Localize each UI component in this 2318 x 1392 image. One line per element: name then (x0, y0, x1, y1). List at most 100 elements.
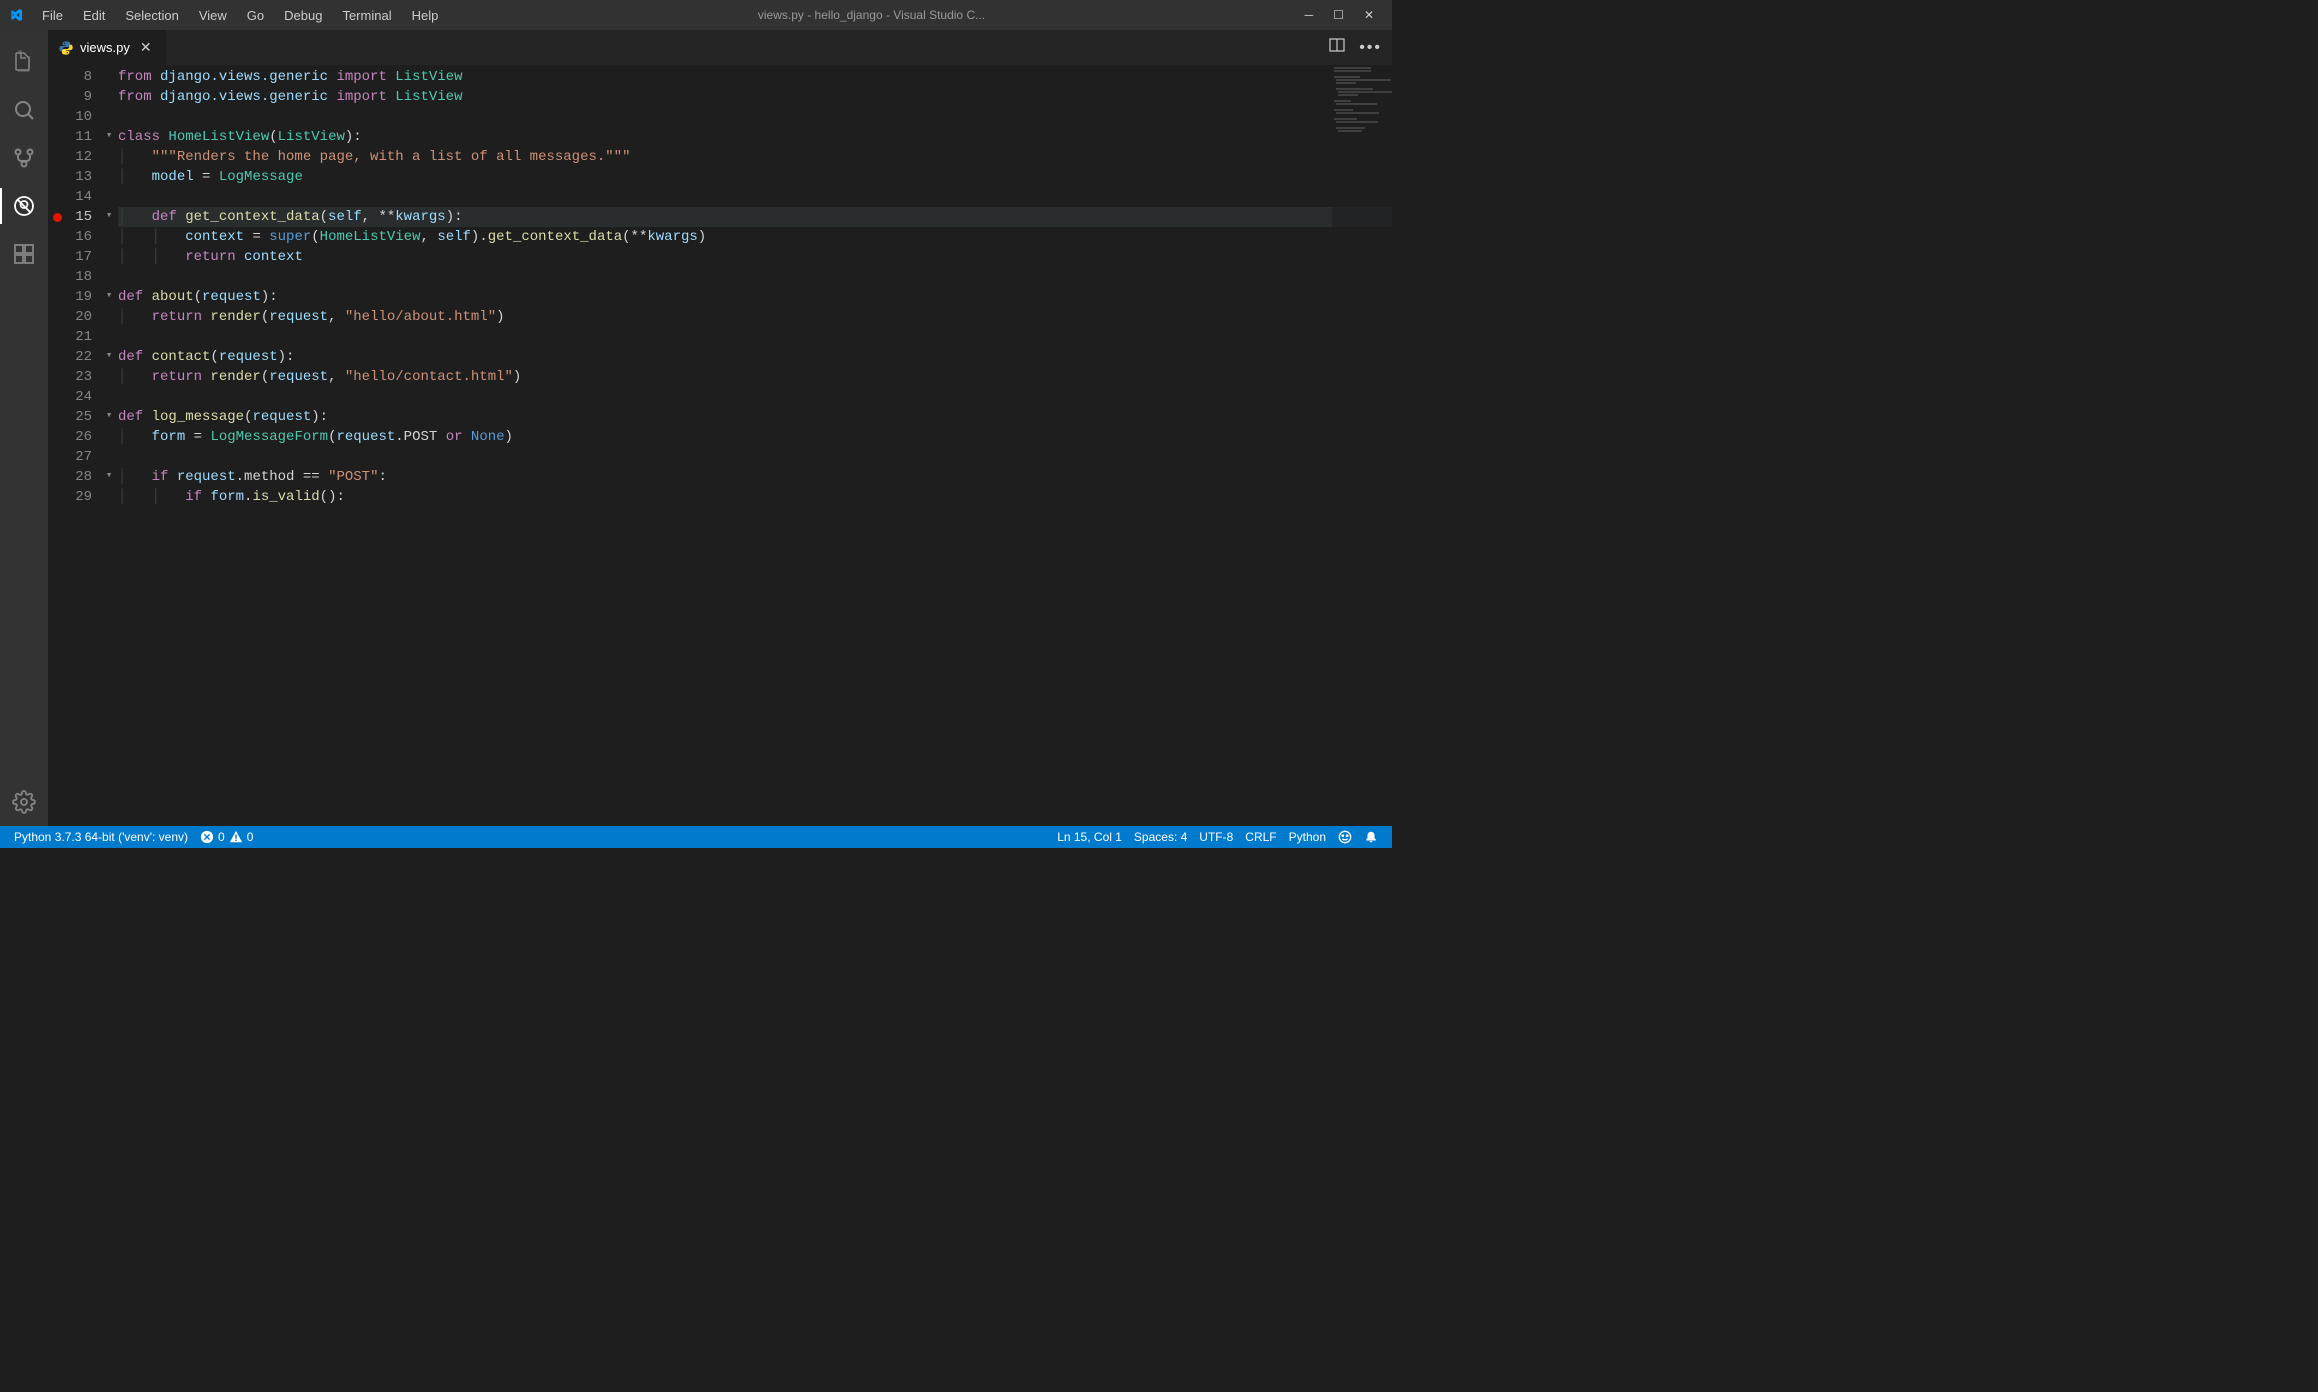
fold-marker[interactable] (100, 127, 118, 147)
line-numbers: 8910111213141516171819202122232425262728… (66, 65, 100, 826)
window-controls: ─ ☐ ✕ (1295, 8, 1384, 22)
breakpoint-slot[interactable] (48, 447, 66, 467)
breakpoint-slot[interactable] (48, 327, 66, 347)
code-line[interactable]: │ │ if form.is_valid(): (118, 487, 1392, 507)
code-line[interactable]: │ def get_context_data(self, **kwargs): (118, 207, 1392, 227)
menu-debug[interactable]: Debug (274, 8, 332, 23)
line-number: 29 (66, 487, 92, 507)
menu-terminal[interactable]: Terminal (332, 8, 401, 23)
tab-actions: ••• (1329, 30, 1392, 65)
menu-edit[interactable]: Edit (73, 8, 115, 23)
code-line[interactable]: from django.views.generic import ListVie… (118, 87, 1392, 107)
fold-marker[interactable] (100, 467, 118, 487)
tab-close-icon[interactable]: ✕ (136, 39, 156, 56)
line-number: 16 (66, 227, 92, 247)
fold-gutter[interactable] (100, 65, 118, 826)
menu-file[interactable]: File (32, 8, 73, 23)
status-encoding[interactable]: UTF-8 (1193, 830, 1239, 844)
more-actions-icon[interactable]: ••• (1359, 39, 1382, 57)
tab-views-py[interactable]: views.py ✕ (48, 30, 167, 65)
status-feedback-icon[interactable] (1332, 830, 1358, 844)
code-line[interactable] (118, 107, 1392, 127)
split-editor-icon[interactable] (1329, 37, 1345, 58)
search-icon[interactable] (0, 86, 48, 134)
close-button[interactable]: ✕ (1364, 8, 1374, 22)
code-line[interactable]: def contact(request): (118, 347, 1392, 367)
breakpoint-slot[interactable] (48, 367, 66, 387)
code-line[interactable]: │ return render(request, "hello/contact.… (118, 367, 1392, 387)
code-line[interactable] (118, 187, 1392, 207)
settings-gear-icon[interactable] (0, 778, 48, 826)
code-line[interactable] (118, 267, 1392, 287)
title-bar: FileEditSelectionViewGoDebugTerminalHelp… (0, 0, 1392, 30)
line-number: 26 (66, 427, 92, 447)
fold-marker[interactable] (100, 347, 118, 367)
breakpoint-slot[interactable] (48, 467, 66, 487)
code-line[interactable] (118, 387, 1392, 407)
fold-marker[interactable] (100, 287, 118, 307)
menu-selection[interactable]: Selection (115, 8, 188, 23)
code-line[interactable]: │ │ return context (118, 247, 1392, 267)
breakpoint-slot[interactable] (48, 167, 66, 187)
code-editor[interactable]: 8910111213141516171819202122232425262728… (48, 65, 1392, 826)
code-line[interactable] (118, 327, 1392, 347)
breakpoint-slot[interactable] (48, 147, 66, 167)
status-ln-col[interactable]: Ln 15, Col 1 (1051, 830, 1128, 844)
fold-marker (100, 487, 118, 507)
breakpoint-slot[interactable] (48, 87, 66, 107)
minimap[interactable] (1332, 65, 1392, 826)
code-line[interactable]: def log_message(request): (118, 407, 1392, 427)
debug-icon[interactable] (0, 182, 48, 230)
code-line[interactable]: │ form = LogMessageForm(request.POST or … (118, 427, 1392, 447)
code-line[interactable]: │ model = LogMessage (118, 167, 1392, 187)
line-number: 17 (66, 247, 92, 267)
code-line[interactable]: │ """Renders the home page, with a list … (118, 147, 1392, 167)
breakpoint-slot[interactable] (48, 67, 66, 87)
code-line[interactable]: def about(request): (118, 287, 1392, 307)
fold-marker (100, 327, 118, 347)
breakpoint-slot[interactable] (48, 247, 66, 267)
breakpoint-slot[interactable] (48, 307, 66, 327)
status-python-version[interactable]: Python 3.7.3 64-bit ('venv': venv) (8, 830, 194, 844)
minimize-button[interactable]: ─ (1305, 8, 1314, 22)
line-number: 27 (66, 447, 92, 467)
breakpoint-slot[interactable] (48, 267, 66, 287)
status-errors[interactable]: 0 0 (194, 830, 259, 844)
explorer-icon[interactable] (0, 38, 48, 86)
breakpoint-slot[interactable] (48, 187, 66, 207)
code-line[interactable]: │ │ context = super(HomeListView, self).… (118, 227, 1392, 247)
breakpoint-slot[interactable] (48, 287, 66, 307)
status-spaces[interactable]: Spaces: 4 (1128, 830, 1193, 844)
editor-area: views.py ✕ ••• 8910111213141516171819202… (48, 30, 1392, 826)
breakpoint-slot[interactable] (48, 347, 66, 367)
breakpoint-slot[interactable] (48, 107, 66, 127)
status-notifications-icon[interactable] (1358, 830, 1384, 844)
source-control-icon[interactable] (0, 134, 48, 182)
status-bar: Python 3.7.3 64-bit ('venv': venv) 0 0 L… (0, 826, 1392, 848)
code-content[interactable]: from django.views.generic import ListVie… (118, 65, 1392, 826)
breakpoint-slot[interactable] (48, 227, 66, 247)
line-number: 8 (66, 67, 92, 87)
code-line[interactable]: │ return render(request, "hello/about.ht… (118, 307, 1392, 327)
breakpoint-slot[interactable] (48, 407, 66, 427)
code-line[interactable] (118, 447, 1392, 467)
breakpoint-gutter[interactable] (48, 65, 66, 826)
code-line[interactable]: class HomeListView(ListView): (118, 127, 1392, 147)
breakpoint-slot[interactable] (48, 127, 66, 147)
maximize-button[interactable]: ☐ (1333, 8, 1344, 22)
fold-marker (100, 147, 118, 167)
extensions-icon[interactable] (0, 230, 48, 278)
menu-go[interactable]: Go (237, 8, 274, 23)
fold-marker[interactable] (100, 207, 118, 227)
menu-help[interactable]: Help (402, 8, 449, 23)
status-language[interactable]: Python (1283, 830, 1332, 844)
breakpoint-slot[interactable] (48, 387, 66, 407)
fold-marker[interactable] (100, 407, 118, 427)
breakpoint-slot[interactable] (48, 427, 66, 447)
code-line[interactable]: │ if request.method == "POST": (118, 467, 1392, 487)
breakpoint-slot[interactable] (48, 207, 66, 227)
menu-view[interactable]: View (189, 8, 237, 23)
breakpoint-slot[interactable] (48, 487, 66, 507)
status-eol[interactable]: CRLF (1239, 830, 1282, 844)
code-line[interactable]: from django.views.generic import ListVie… (118, 67, 1392, 87)
